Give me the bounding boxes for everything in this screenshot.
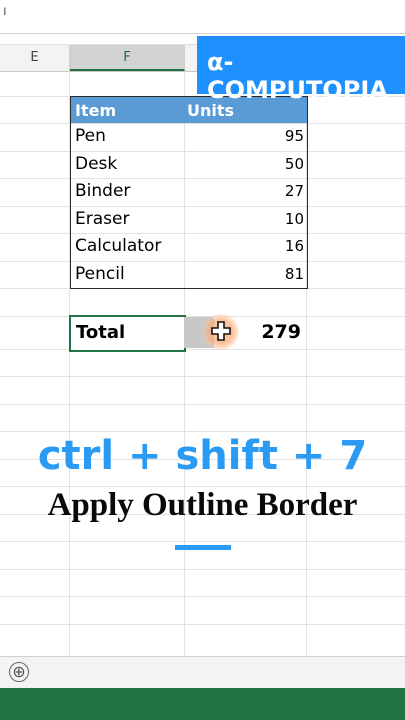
table-row[interactable]: Calculator 16: [71, 233, 307, 261]
brand-logo-text: α-COMPUTOPIA: [207, 48, 388, 104]
table-row[interactable]: Desk 50: [71, 150, 307, 178]
units-cell[interactable]: 95: [285, 127, 304, 145]
units-cell[interactable]: 16: [285, 237, 304, 255]
caption-underline: [175, 545, 231, 550]
units-cell[interactable]: 10: [285, 210, 304, 228]
item-cell[interactable]: Binder: [75, 181, 130, 201]
units-cell[interactable]: 27: [285, 182, 304, 200]
table-cell-divider: [184, 178, 185, 206]
item-cell[interactable]: Eraser: [75, 209, 129, 229]
table-row[interactable]: Binder 27: [71, 178, 307, 206]
grid-row-line: [0, 349, 405, 350]
table-cell-divider: [184, 205, 185, 233]
units-cell[interactable]: 81: [285, 265, 304, 283]
item-cell[interactable]: Pencil: [75, 264, 125, 284]
grid-row-line: [0, 624, 405, 625]
table-row[interactable]: Pen 95: [71, 123, 307, 151]
column-header-f[interactable]: F: [70, 45, 185, 71]
table-cell-divider: [184, 260, 185, 288]
shortcut-caption: ctrl + shift + 7: [37, 433, 368, 479]
total-label: Total: [76, 322, 126, 343]
formula-bar-marker: ı: [3, 4, 7, 19]
table-header-item[interactable]: Item: [75, 101, 116, 120]
units-cell[interactable]: 50: [285, 155, 304, 173]
item-cell[interactable]: Desk: [75, 154, 117, 174]
total-label-cell[interactable]: Total: [69, 315, 186, 352]
cell-select-cursor-icon: [211, 321, 231, 341]
grid-row-line: [0, 569, 405, 570]
column-header-e[interactable]: E: [0, 45, 70, 71]
item-cell[interactable]: Pen: [75, 126, 106, 146]
table-row[interactable]: Pencil 81: [71, 260, 307, 288]
caption-title: Apply Outline Border: [47, 487, 358, 523]
formula-bar[interactable]: ı: [0, 0, 405, 34]
grid-row-line: [0, 541, 405, 542]
grid-row-line: [0, 596, 405, 597]
grid-row-line: [0, 431, 405, 432]
table-cell-divider: [184, 233, 185, 261]
add-sheet-icon[interactable]: ⊕: [9, 662, 29, 682]
grid-row-line: [0, 404, 405, 405]
brand-badge: α-COMPUTOPIA: [197, 36, 405, 104]
total-value-cell[interactable]: 279: [261, 321, 301, 343]
data-table[interactable]: Item Units Pen 95 Desk 50 Binder 27 Eras…: [70, 96, 308, 289]
item-cell[interactable]: Calculator: [75, 236, 161, 256]
table-cell-divider: [184, 123, 185, 151]
status-bar: [0, 688, 405, 720]
table-row[interactable]: Eraser 10: [71, 205, 307, 233]
sheet-tab-bar: ⊕: [0, 656, 405, 689]
table-cell-divider: [184, 150, 185, 178]
grid-row-line: [0, 376, 405, 377]
